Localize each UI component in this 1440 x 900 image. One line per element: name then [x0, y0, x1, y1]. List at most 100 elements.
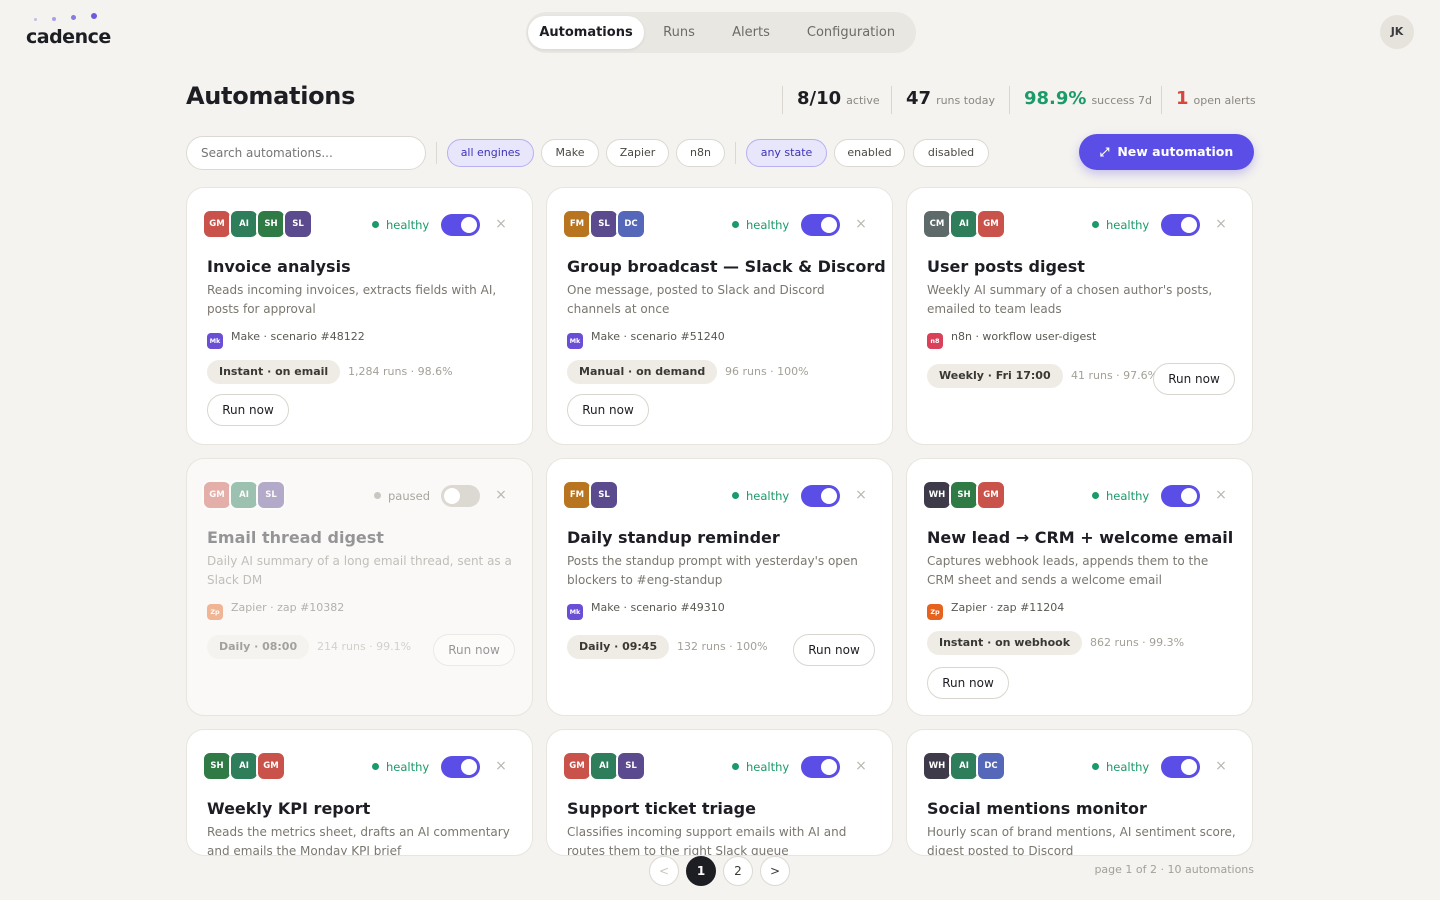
automation-description: Classifies incoming support emails with …: [567, 825, 847, 856]
engine-make-icon: Mk: [207, 333, 223, 349]
status-label: healthy: [1106, 760, 1150, 774]
app-logo[interactable]: cadence: [26, 10, 136, 50]
close-icon[interactable]: ×: [854, 487, 868, 503]
run-now-button[interactable]: Run now: [207, 394, 289, 426]
status-dot-icon: [1092, 492, 1099, 499]
enable-toggle[interactable]: [1161, 214, 1200, 236]
automation-description: Daily AI summary of a long email thread,…: [207, 554, 512, 587]
status-label: paused: [388, 489, 431, 503]
automation-title[interactable]: Group broadcast — Slack & Discord: [567, 257, 886, 276]
run-stats: 214 runs · 99.1%: [317, 640, 412, 653]
engine-source[interactable]: Zp Zapier · zap #11204: [927, 601, 1064, 620]
engine-make-icon: Mk: [567, 604, 583, 620]
close-icon[interactable]: ×: [854, 758, 868, 774]
tab-runs[interactable]: Runs: [650, 16, 708, 49]
automation-title[interactable]: Weekly KPI report: [207, 799, 370, 818]
automation-card[interactable]: SH AI GM Weekly KPI report Reads the metrics…: [186, 729, 533, 856]
close-icon[interactable]: ×: [494, 487, 508, 503]
filter-disabled[interactable]: disabled: [913, 139, 989, 167]
filter-n8n[interactable]: n8n: [676, 139, 725, 167]
automation-card[interactable]: GM AI SL Support ticket triage Classifies in…: [546, 729, 893, 856]
stat-open-alerts[interactable]: 1 open alerts: [1161, 86, 1256, 114]
filter-enabled[interactable]: enabled: [834, 139, 905, 167]
automation-card[interactable]: CM AI GM User posts digest Weekly AI summary…: [906, 187, 1253, 445]
close-icon[interactable]: ×: [1214, 758, 1228, 774]
app-badge-sl: SL: [589, 480, 619, 510]
close-icon[interactable]: ×: [1214, 487, 1228, 503]
enable-toggle[interactable]: [801, 214, 840, 236]
filter-all-engines[interactable]: all engines: [447, 139, 534, 167]
stat-value: 1: [1176, 88, 1189, 109]
page-1-button[interactable]: 1: [686, 856, 716, 886]
enable-toggle[interactable]: [441, 214, 480, 236]
filter-any-state[interactable]: any state: [746, 139, 827, 167]
filter-make[interactable]: Make: [541, 139, 599, 167]
tab-configuration[interactable]: Configuration: [798, 16, 904, 49]
status-indicator: healthy: [732, 760, 789, 774]
engine-source[interactable]: Zp Zapier · zap #10382: [207, 601, 344, 620]
status-indicator: healthy: [732, 489, 789, 503]
run-now-button[interactable]: Run now: [927, 667, 1009, 699]
enable-toggle[interactable]: [1161, 485, 1200, 507]
tab-automations[interactable]: Automations: [528, 16, 644, 49]
app-badge-fm: FM: [562, 480, 592, 510]
stat-value: 8/10: [797, 88, 842, 109]
run-now-button[interactable]: Run now: [567, 394, 649, 426]
engine-zapier-icon: Zp: [207, 604, 223, 620]
prev-page-button[interactable]: <: [649, 856, 679, 886]
enable-toggle[interactable]: [801, 756, 840, 778]
enable-toggle[interactable]: [441, 756, 480, 778]
app-badge-ai: AI: [949, 751, 979, 781]
source-label: Zapier · zap #11204: [951, 601, 1065, 614]
source-label: Make · scenario #48122: [231, 330, 365, 343]
automation-description: One message, posted to Slack and Discord…: [567, 283, 825, 316]
tab-alerts[interactable]: Alerts: [722, 16, 780, 49]
filter-zapier[interactable]: Zapier: [606, 139, 669, 167]
automation-card[interactable]: WH SH GM New lead → CRM + welcome email Capt…: [906, 458, 1253, 716]
status-dot-icon: [1092, 763, 1099, 770]
automation-card[interactable]: GM AI SL Email thread digest Daily AI summar…: [186, 458, 533, 716]
engine-source[interactable]: Mk Make · scenario #51240: [567, 330, 725, 349]
search-input[interactable]: [186, 136, 426, 170]
enable-toggle[interactable]: [441, 485, 480, 507]
status-dot-icon: [1092, 221, 1099, 228]
page-2-button[interactable]: 2: [723, 856, 753, 886]
engine-source[interactable]: Mk Make · scenario #48122: [207, 330, 365, 349]
next-page-button[interactable]: >: [760, 856, 790, 886]
engine-source[interactable]: n8 n8n · workflow user-digest: [927, 330, 1096, 349]
new-automation-label: New automation: [1117, 144, 1234, 159]
close-icon[interactable]: ×: [1214, 216, 1228, 232]
run-stats: 862 runs · 99.3%: [1090, 636, 1185, 649]
automation-title[interactable]: Social mentions monitor: [927, 799, 1147, 818]
app-badge-sh: SH: [256, 209, 286, 239]
new-automation-button[interactable]: ⤢ New automation: [1079, 134, 1254, 170]
automation-card[interactable]: WH AI DC Social mentions monitor Hourly scan…: [906, 729, 1253, 856]
status-dot-icon: [374, 492, 381, 499]
engine-source[interactable]: Mk Make · scenario #49310: [567, 601, 725, 620]
automation-title[interactable]: Invoice analysis: [207, 257, 351, 276]
stat-value: 47: [906, 88, 932, 109]
run-now-button[interactable]: Run now: [793, 634, 875, 666]
automation-title[interactable]: New lead → CRM + welcome email: [927, 528, 1233, 547]
close-icon[interactable]: ×: [494, 216, 508, 232]
close-icon[interactable]: ×: [854, 216, 868, 232]
close-icon[interactable]: ×: [494, 758, 508, 774]
user-avatar[interactable]: JK: [1380, 15, 1414, 49]
automation-card[interactable]: FM SL DC Group broadcast — Slack & Discord O…: [546, 187, 893, 445]
stat-value: 98.9%: [1024, 88, 1087, 109]
automation-title[interactable]: Email thread digest: [207, 528, 384, 547]
top-bar: cadence Automations Runs Alerts Configur…: [0, 0, 1440, 66]
enable-toggle[interactable]: [1161, 756, 1200, 778]
automation-card[interactable]: FM SL Daily standup reminder Posts the stan…: [546, 458, 893, 716]
automation-title[interactable]: Support ticket triage: [567, 799, 756, 818]
run-now-button[interactable]: Run now: [433, 634, 515, 666]
schedule-badge: Daily · 09:45: [567, 635, 670, 659]
automation-card[interactable]: GM AI SH SL Invoice analysis Reads incoming i…: [186, 187, 533, 445]
automation-description: Weekly AI summary of a chosen author's p…: [927, 283, 1213, 316]
schedule-badge: Instant · on webhook: [927, 631, 1083, 655]
automation-title[interactable]: User posts digest: [927, 257, 1085, 276]
enable-toggle[interactable]: [801, 485, 840, 507]
app-badge-sl: SL: [616, 751, 646, 781]
run-now-button[interactable]: Run now: [1153, 363, 1235, 395]
automation-title[interactable]: Daily standup reminder: [567, 528, 780, 547]
